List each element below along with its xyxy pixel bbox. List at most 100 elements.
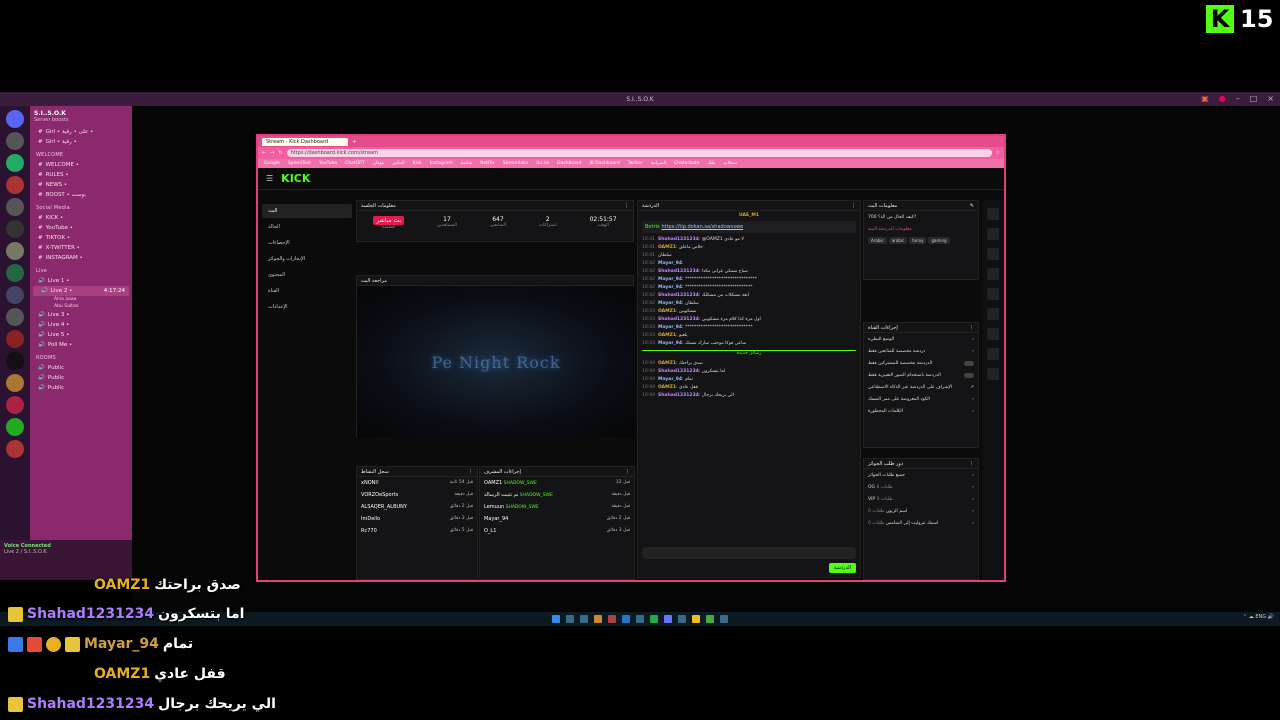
chat-message[interactable]: 10:44 Shahad1231234: اما بتسكرون (638, 367, 860, 375)
new-tab-button[interactable]: + (352, 139, 356, 145)
bookmark[interactable]: Twitter (628, 161, 643, 166)
tool-icon[interactable] (987, 228, 999, 240)
bookmark[interactable]: Netflix (480, 161, 495, 166)
chat-message[interactable]: 10:44 Mayar_94: تمام (638, 375, 860, 383)
category-social[interactable]: Social Media (30, 200, 132, 213)
nav-item[interactable]: الإنجازات والجوائز (262, 252, 352, 266)
taskbar-app-icon[interactable] (636, 615, 644, 623)
more-icon[interactable]: ⋮ (624, 203, 629, 209)
bookmark[interactable]: SpeedTest (288, 161, 311, 166)
more-icon[interactable]: ⋮ (468, 469, 473, 475)
start-icon[interactable] (552, 615, 560, 623)
channel-item[interactable]: # X-TWITTER • (30, 243, 132, 253)
tool-icon[interactable] (987, 268, 999, 280)
nav-item[interactable]: الحالة (262, 220, 352, 234)
chat-message[interactable]: 10:42 Mayar_94: *************************… (638, 275, 860, 283)
tool-icon[interactable] (987, 248, 999, 260)
chat-message[interactable]: 10:43 Shahad1231234: اول مره كذا كلام مره… (638, 315, 860, 323)
reward-row[interactable]: جميع طلبات الجوائز › (864, 469, 978, 481)
nav-item[interactable]: المحتوى (262, 268, 352, 282)
bookmark[interactable]: Kick (413, 161, 422, 166)
reward-row[interactable]: VIP طلبات 0 › (864, 493, 978, 505)
voice-channel[interactable]: 🔊 Public (30, 383, 132, 393)
more-icon[interactable]: ⋮ (625, 469, 630, 475)
tool-icon[interactable] (987, 328, 999, 340)
chat-message[interactable]: 10:43 OAMZ1: يلعبو (638, 331, 860, 339)
server-icon[interactable] (6, 220, 24, 238)
category-live[interactable]: Live (30, 263, 132, 276)
channel-item[interactable]: # BOOST • بوست (30, 190, 132, 200)
server-icon[interactable] (6, 374, 24, 392)
browser-tab[interactable]: Stream - Kick Dashboard (262, 137, 349, 146)
system-tray[interactable]: ⌃ ☁ ENG 🔊 (1243, 614, 1274, 620)
tool-icon[interactable] (987, 308, 999, 320)
back-icon[interactable]: ← (262, 150, 266, 156)
forward-icon[interactable]: → (270, 150, 274, 156)
action-row[interactable]: الوضع البطيء › (864, 333, 978, 345)
server-icon[interactable] (6, 154, 24, 172)
bookmark[interactable]: سجلات (723, 161, 737, 166)
action-row[interactable]: الدردشة مخصصة للمشتركين فقط (864, 357, 978, 369)
nav-item[interactable]: الإحصاءات (262, 236, 352, 250)
taskbar-app-icon[interactable] (678, 615, 686, 623)
server-icon[interactable] (6, 440, 24, 458)
voice-channel-active[interactable]: 🔊 Live 2 • 4:17:24 (33, 286, 129, 296)
bookmark[interactable]: الميزانية (651, 161, 666, 166)
category-rooms[interactable]: ROOMS (30, 350, 132, 363)
chat-message[interactable]: 10:44 Shahad1231234: الي يريحك برجال (638, 391, 860, 399)
server-name[interactable]: S.I..S.O.K (30, 106, 132, 117)
taskbar-app-icon[interactable] (692, 615, 700, 623)
tool-icon[interactable] (987, 208, 999, 220)
server-icon[interactable] (6, 352, 24, 370)
voice-channel[interactable]: 🔊 Live 1 • (30, 276, 132, 286)
server-icon[interactable] (6, 308, 24, 326)
server-icon[interactable] (6, 418, 24, 436)
reward-row[interactable]: اسم الزيون طلبات 0 › (864, 505, 978, 517)
inbox-icon[interactable]: ▣ (1201, 94, 1209, 103)
channel-item[interactable]: # WELCOME • (30, 160, 132, 170)
chat-message[interactable]: 10:43 Mayar_94: *************************… (638, 323, 860, 331)
chat-message[interactable]: 10:42 Shahad1231234: صباح مشكي عزانى مكذا (638, 267, 860, 275)
server-icon[interactable] (6, 176, 24, 194)
edit-icon[interactable]: ✎ (970, 203, 974, 209)
voice-channel[interactable]: 🔊 Public (30, 373, 132, 383)
action-row[interactable]: الكلمات المحظورة › (864, 405, 978, 417)
nav-item[interactable]: القناة (262, 284, 352, 298)
bookmark[interactable]: ChatGPT (345, 161, 364, 166)
address-bar[interactable]: https://dashboard.kick.com/stream (286, 149, 992, 157)
voice-channel[interactable]: 🔊 Poll Me • (30, 340, 132, 350)
taskbar-app-icon[interactable] (608, 615, 616, 623)
channel-item[interactable]: # RULES • (30, 170, 132, 180)
folder-icon[interactable] (594, 615, 602, 623)
star-icon[interactable]: ☆ (996, 150, 1000, 156)
tool-icon[interactable] (987, 348, 999, 360)
action-row[interactable]: دردشة مخصصة للمتابعين فقط › (864, 345, 978, 357)
close-button[interactable]: × (1267, 94, 1274, 103)
bookmark[interactable]: Streamlabs (503, 161, 529, 166)
action-row[interactable]: الدردشة باستخدام الصور التعبيرية فقط (864, 369, 978, 381)
nav-item[interactable]: الإعدادات (262, 300, 352, 314)
voice-channel[interactable]: 🔊 Live 5 • (30, 330, 132, 340)
chat-message[interactable]: 10:43 OAMZ1: مشكوبين (638, 307, 860, 315)
chat-message[interactable]: 10:42 Shahad1231234: ابغة مشكلات من مشكلك (638, 291, 860, 299)
taskbar-app-icon[interactable] (706, 615, 714, 623)
search-icon[interactable] (566, 615, 574, 623)
discord-home-icon[interactable] (6, 110, 24, 128)
bookmark[interactable]: ملك (708, 161, 716, 166)
channel-item[interactable]: # YouTube • (30, 223, 132, 233)
taskbar-app-icon[interactable] (622, 615, 630, 623)
chat-message[interactable]: 10:44 OAMZ1: صدق براحتك (638, 359, 860, 367)
voice-user[interactable]: Alna aaaa (30, 296, 132, 303)
taskbar-app-icon[interactable] (664, 615, 672, 623)
more-icon[interactable]: ⋮ (969, 461, 974, 467)
voice-channel[interactable]: 🔊 Live 3 • (30, 310, 132, 320)
bookmark[interactable]: Instagram (430, 161, 453, 166)
tool-icon[interactable] (987, 368, 999, 380)
pinned-message[interactable]: Botrix https://tip.dokan.sa/shadowsswe (642, 221, 856, 233)
bookmark[interactable]: ikz.sa (536, 161, 549, 166)
action-row[interactable]: الإشراف على الدردشة عبر الذكاء الاصطناعي… (864, 381, 978, 393)
bookmark[interactable]: JB Dashboard (589, 161, 619, 166)
nav-item[interactable]: البث (262, 204, 352, 218)
chat-message[interactable]: 10:41 Shahad1231234: @OAMZ1 لا مو عادي (638, 235, 860, 243)
chat-message[interactable]: 10:43 Mayar_94: ساعي فوكا موحنب سارك مسنك (638, 339, 860, 347)
